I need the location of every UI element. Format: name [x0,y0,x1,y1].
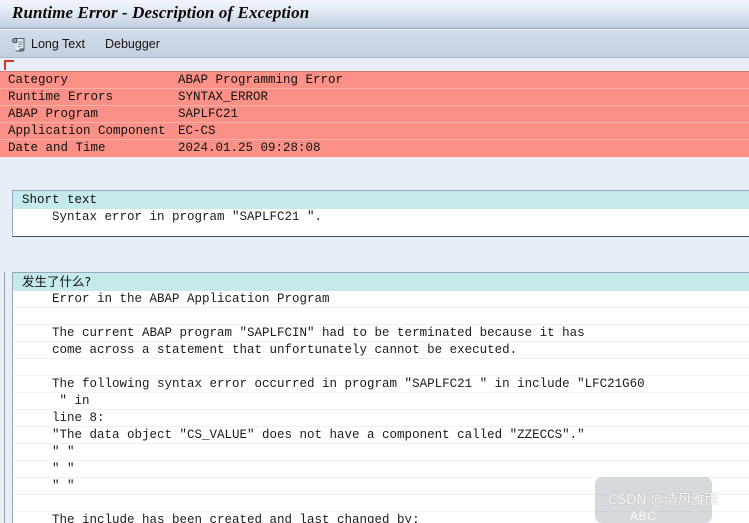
window-titlebar: Runtime Error - Description of Exception [0,0,749,29]
text-line [13,308,749,325]
left-gutter-rail [4,272,5,523]
text-line: " " [13,461,749,478]
error-field-key: Runtime Errors [8,90,114,104]
table-row: Category ABAP Programming Error [0,72,749,89]
short-text-heading: Short text [22,193,98,207]
error-field-value: EC-CS [178,124,216,138]
watermark-text: CSDN @清风雅雨 [608,492,719,508]
text-line: The current ABAP program "SAPLFCIN" had … [13,325,749,342]
long-text-button[interactable]: Long Text [4,30,92,58]
watermark: CSDN @清风雅雨 ABC [608,492,749,523]
page-title: Runtime Error - Description of Exception [12,3,310,22]
long-text-label: Long Text [31,37,85,51]
table-row: ABAP Program SAPLFC21 [0,106,749,123]
what-happened-heading: 发生了什么? [22,274,92,289]
error-field-value: ABAP Programming Error [178,73,344,87]
what-happened-header: 发生了什么? [13,273,749,291]
text-line [13,359,749,376]
text-line: " " [13,444,749,461]
scroll-icon [11,36,28,53]
table-row: Runtime Errors SYNTAX_ERROR [0,89,749,106]
debugger-button[interactable]: Debugger [98,30,167,58]
text-line: "The data object "CS_VALUE" does not hav… [13,427,749,444]
error-field-value: SYNTAX_ERROR [178,90,269,104]
text-line: come across a statement that unfortunate… [13,342,749,359]
text-line: Error in the ABAP Application Program [13,291,749,308]
error-field-key: Application Component [8,124,166,138]
table-row: Application Component EC-CS [0,123,749,140]
toolbar: Long Text Debugger [0,30,749,58]
runtime-error-window: Runtime Error - Description of Exception… [0,0,749,523]
debugger-label: Debugger [105,37,160,51]
error-field-value: SAPLFC21 [178,107,239,121]
watermark-subtext: ABC [630,509,657,523]
short-text-body: Syntax error in program "SAPLFC21 ". [13,209,749,226]
error-field-key: ABAP Program [8,107,99,121]
error-field-value: 2024.01.25 09:28:08 [178,141,321,155]
table-row: Date and Time 2024.01.25 09:28:08 [0,140,749,157]
error-field-key: Date and Time [8,141,106,155]
short-text-panel: Short text Syntax error in program "SAPL… [12,190,749,237]
error-field-key: Category [8,73,69,87]
text-line: " in [13,393,749,410]
error-summary-table: Category ABAP Programming Error Runtime Er… [0,71,749,157]
selection-corner-marker [4,60,14,70]
text-line: line 8: [13,410,749,427]
short-text-header: Short text [13,191,749,209]
text-line: The following syntax error occurred in p… [13,376,749,393]
text-line: Syntax error in program "SAPLFC21 ". [22,210,323,224]
